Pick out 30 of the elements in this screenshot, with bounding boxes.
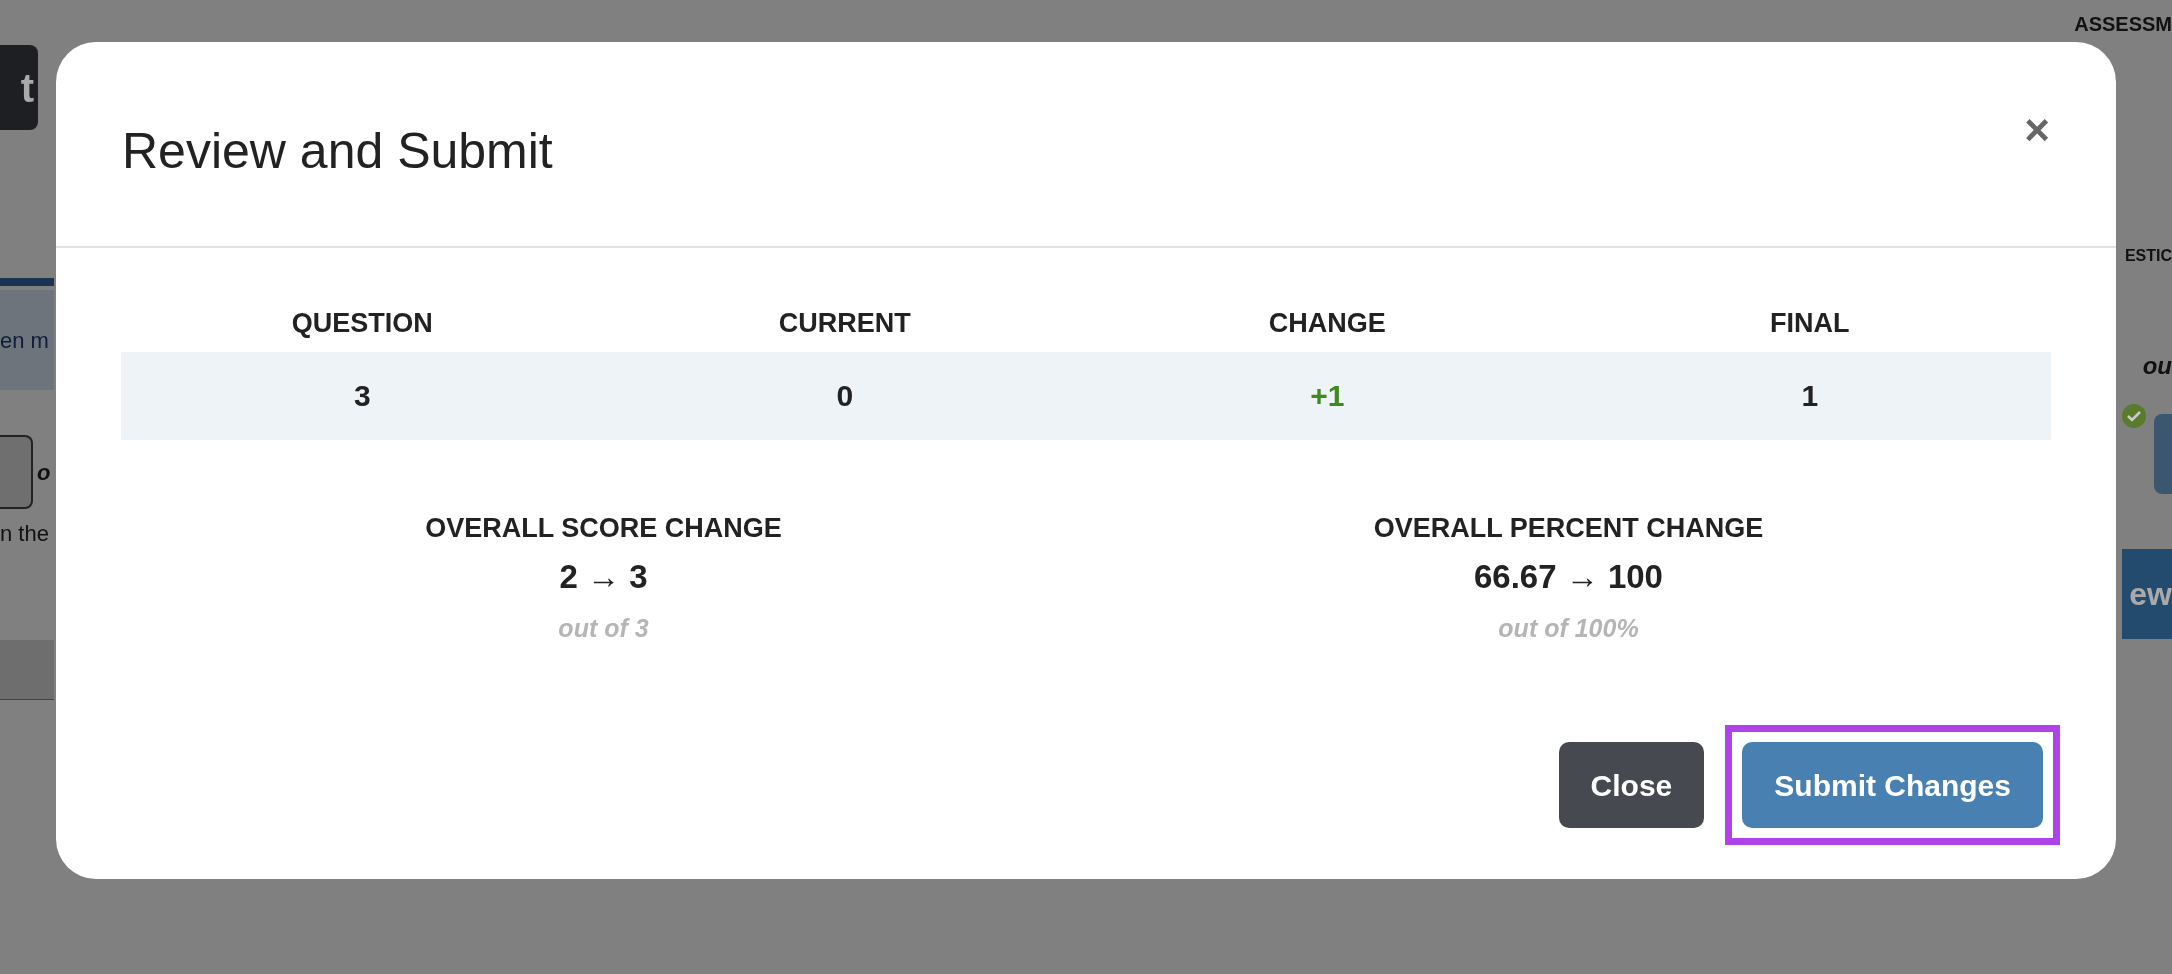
info-banner: en m [0,290,54,390]
summary-value: 66.67 → 100 [1474,557,1663,597]
accent-bar [0,278,54,286]
column-header: FINAL [1769,307,1851,340]
page-button[interactable]: ew [2122,549,2172,639]
footer-bar [0,640,54,700]
body-text: n the [0,520,50,548]
note-text: ou [2142,351,2172,381]
summary-label: OVERALL PERCENT CHANGE [1373,511,1764,545]
summary-note: out of 3 [558,612,649,644]
submit-button[interactable]: Submit Changes [1742,742,2043,828]
stepper-control[interactable] [0,435,33,509]
column-header: CURRENT [777,307,912,340]
table-cell-text: 0 [835,378,855,414]
section-heading: ESTIC [2124,246,2172,266]
summary-value: 2 → 3 [559,557,648,597]
stepper-label: o [37,458,51,487]
table-cell-text: 1 [1800,378,1820,414]
column-header: QUESTION [290,307,434,340]
summary-note: out of 100% [1498,612,1639,644]
dialog-title: Review and Submit [122,122,553,181]
column-header: CHANGE [1267,307,1387,340]
table-cell-text: 3 [352,378,372,414]
page-button[interactable]: t [0,45,38,130]
check-icon [2122,404,2146,428]
section-heading: ASSESSM [2074,14,2172,34]
summary-label: OVERALL SCORE CHANGE [425,511,782,545]
option-tile[interactable] [2154,414,2172,494]
close-button[interactable]: Close [1558,742,1705,828]
table-cell-text: +1 [1309,378,1346,414]
